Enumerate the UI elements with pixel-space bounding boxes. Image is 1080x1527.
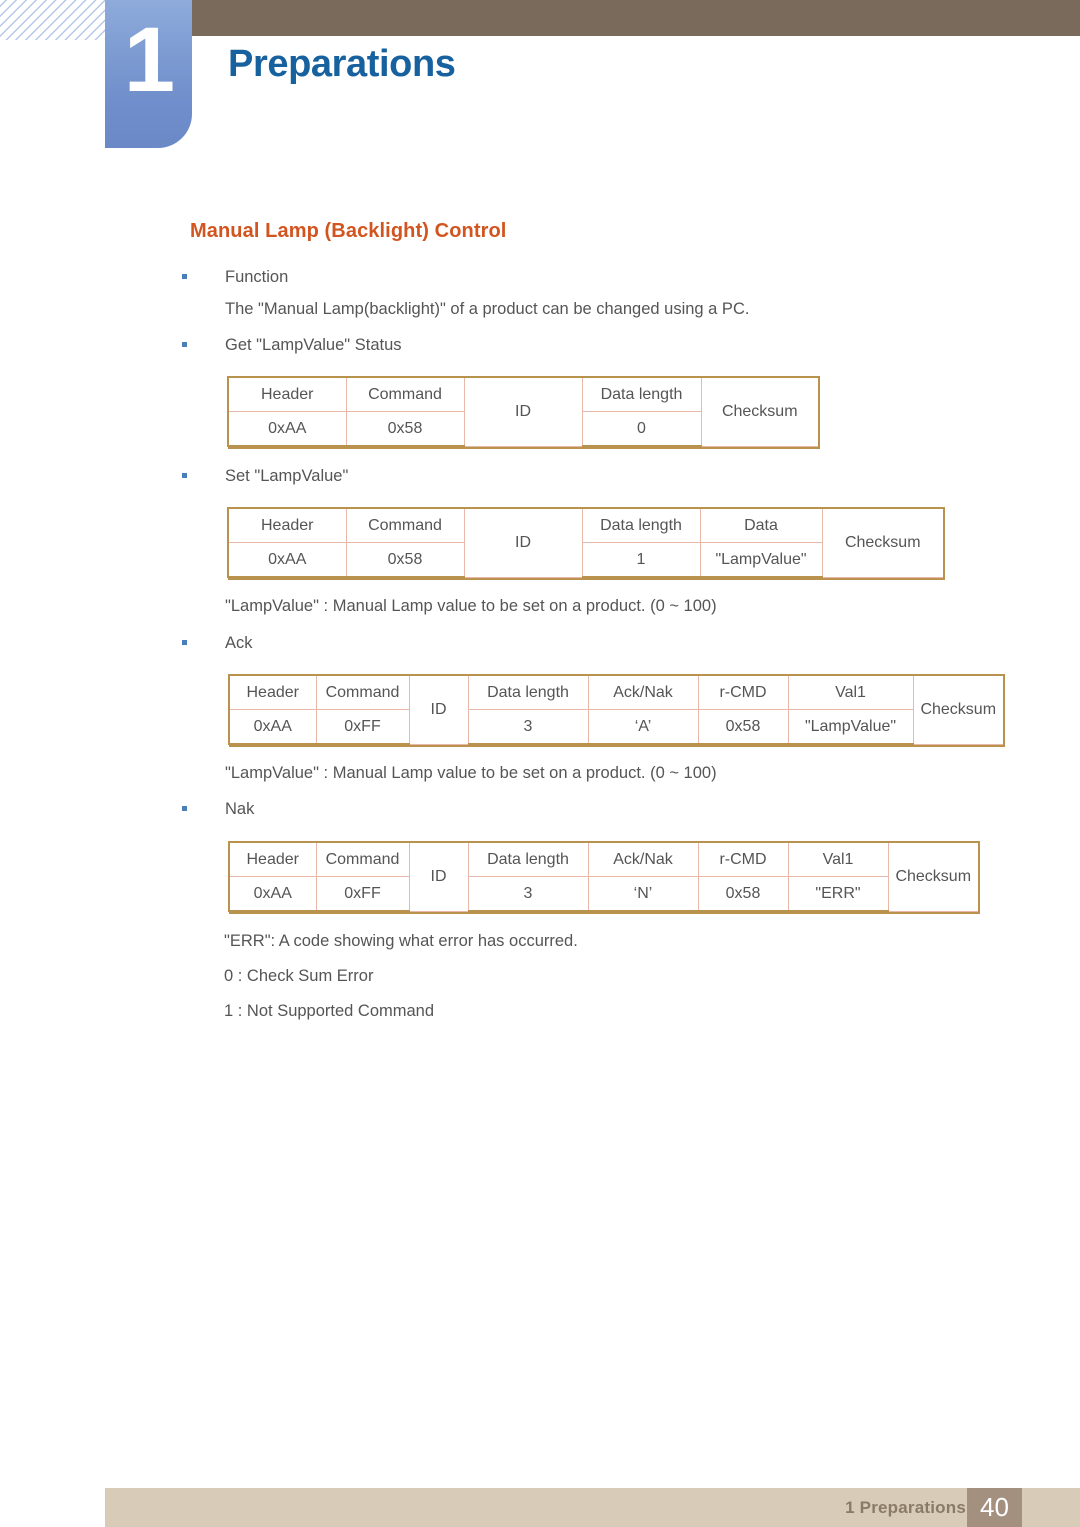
cell-header: Data length [581,507,701,543]
table-row-values: 0xAA 0xFF 3 ‘A’ 0x58 "LampValue" [228,709,1004,745]
footer-chapter-label: 1 Preparations [845,1498,966,1517]
cell-value: 0x58 [697,709,789,745]
cell-header: Command [345,376,465,412]
bullet-item-ack: Ack [182,634,253,653]
table-row-headers: Header Command ID Data length Ack/Nak r-… [228,841,980,912]
cell-value: 0xAA [228,876,317,912]
table-row-headers: Header Command ID Data length Ack/Nak r-… [228,674,1005,745]
cell-header-merged: ID [463,376,583,447]
cell-value: 1 [581,542,701,578]
bullet-item-set-value: Set "LampValue" [182,467,348,486]
cell-value: 0xFF [315,709,410,745]
table-row-values: 0xAA 0xFF 3 ‘N’ 0x58 "ERR" [228,876,979,912]
cell-value: 3 [467,709,589,745]
bullet-item-get-status: Get "LampValue" Status [182,336,402,355]
table-row-headers: Header Command ID Data length Data Check… [227,507,945,578]
cell-header: Command [315,841,410,877]
cell-header: Ack/Nak [587,841,699,877]
chapter-tab: 1 [105,0,192,148]
cell-header: Ack/Nak [587,674,699,710]
bullet-label: Function [225,268,289,287]
cell-value: "LampValue" [699,542,823,578]
bullet-label: Set "LampValue" [225,467,349,486]
cell-value: 0x58 [345,542,465,578]
cell-header: Command [315,674,410,710]
protocol-table-get-status: Header Command ID Data length Checksum 0… [227,376,820,449]
err-code-1: 1 : Not Supported Command [224,1002,435,1020]
cell-value: 0x58 [345,411,465,447]
cell-header: Data length [467,841,589,877]
cell-value: 0 [581,411,702,447]
cell-value: 0xAA [228,709,317,745]
cell-header: Data length [581,376,702,412]
protocol-table-ack: Header Command ID Data length Ack/Nak r-… [228,674,1005,747]
cell-value: 0xFF [315,876,410,912]
header-brown-bar [192,0,1080,36]
cell-header: r-CMD [697,674,789,710]
cell-value: 0xAA [227,542,347,578]
cell-header: Val1 [787,841,889,877]
section-heading: Manual Lamp (Backlight) Control [190,220,507,242]
cell-header: Command [345,507,465,543]
chapter-number: 1 [123,9,175,111]
cell-value: 3 [467,876,589,912]
bullet-marker-icon [182,472,187,478]
cell-header-merged: ID [463,507,583,578]
lampvalue-note-1: "LampValue" : Manual Lamp value to be se… [225,597,717,615]
cell-header-merged: ID [408,841,469,912]
cell-header-merged: Checksum [821,507,945,578]
cell-header: Data length [467,674,589,710]
protocol-table-set-value: Header Command ID Data length Data Check… [227,507,945,580]
bullet-label: Nak [225,800,255,819]
table-row-headers: Header Command ID Data length Checksum [227,376,820,447]
bullet-marker-icon [182,639,187,645]
bullet-marker-icon [182,273,187,279]
footer-page-number: 40 [980,1492,1009,1522]
cell-header: Header [228,841,317,877]
cell-value: ‘A’ [587,709,699,745]
cell-header: Header [227,376,347,412]
err-description: "ERR": A code showing what error has occ… [224,932,578,950]
cell-value: "LampValue" [787,709,914,745]
cell-value: 0x58 [697,876,789,912]
bullet-marker-icon [182,805,187,811]
lampvalue-note-2: "LampValue" : Manual Lamp value to be se… [225,764,717,782]
function-description: The "Manual Lamp(backlight)" of a produc… [225,300,750,318]
cell-header: Val1 [787,674,914,710]
chapter-title: Preparations [228,43,456,85]
err-code-0: 0 : Check Sum Error [224,967,374,985]
cell-header-merged: Checksum [700,376,820,447]
cell-value: "ERR" [787,876,889,912]
cell-header-merged: Checksum [887,841,980,912]
bullet-label: Ack [225,634,253,653]
bullet-item-function: Function [182,268,288,287]
cell-header-merged: Checksum [912,674,1005,745]
page-header: 1 Preparations [0,0,1080,152]
bullet-item-nak: Nak [182,800,254,819]
cell-header-merged: ID [408,674,469,745]
cell-value: 0xAA [227,411,347,447]
cell-value: ‘N’ [587,876,699,912]
cell-header: Data [699,507,823,543]
decorative-hatch-pattern [0,0,106,40]
cell-header: Header [228,674,317,710]
bullet-marker-icon [182,341,187,347]
protocol-table-nak: Header Command ID Data length Ack/Nak r-… [228,841,980,914]
bullet-label: Get "LampValue" Status [225,336,402,355]
cell-header: Header [227,507,347,543]
cell-header: r-CMD [697,841,789,877]
